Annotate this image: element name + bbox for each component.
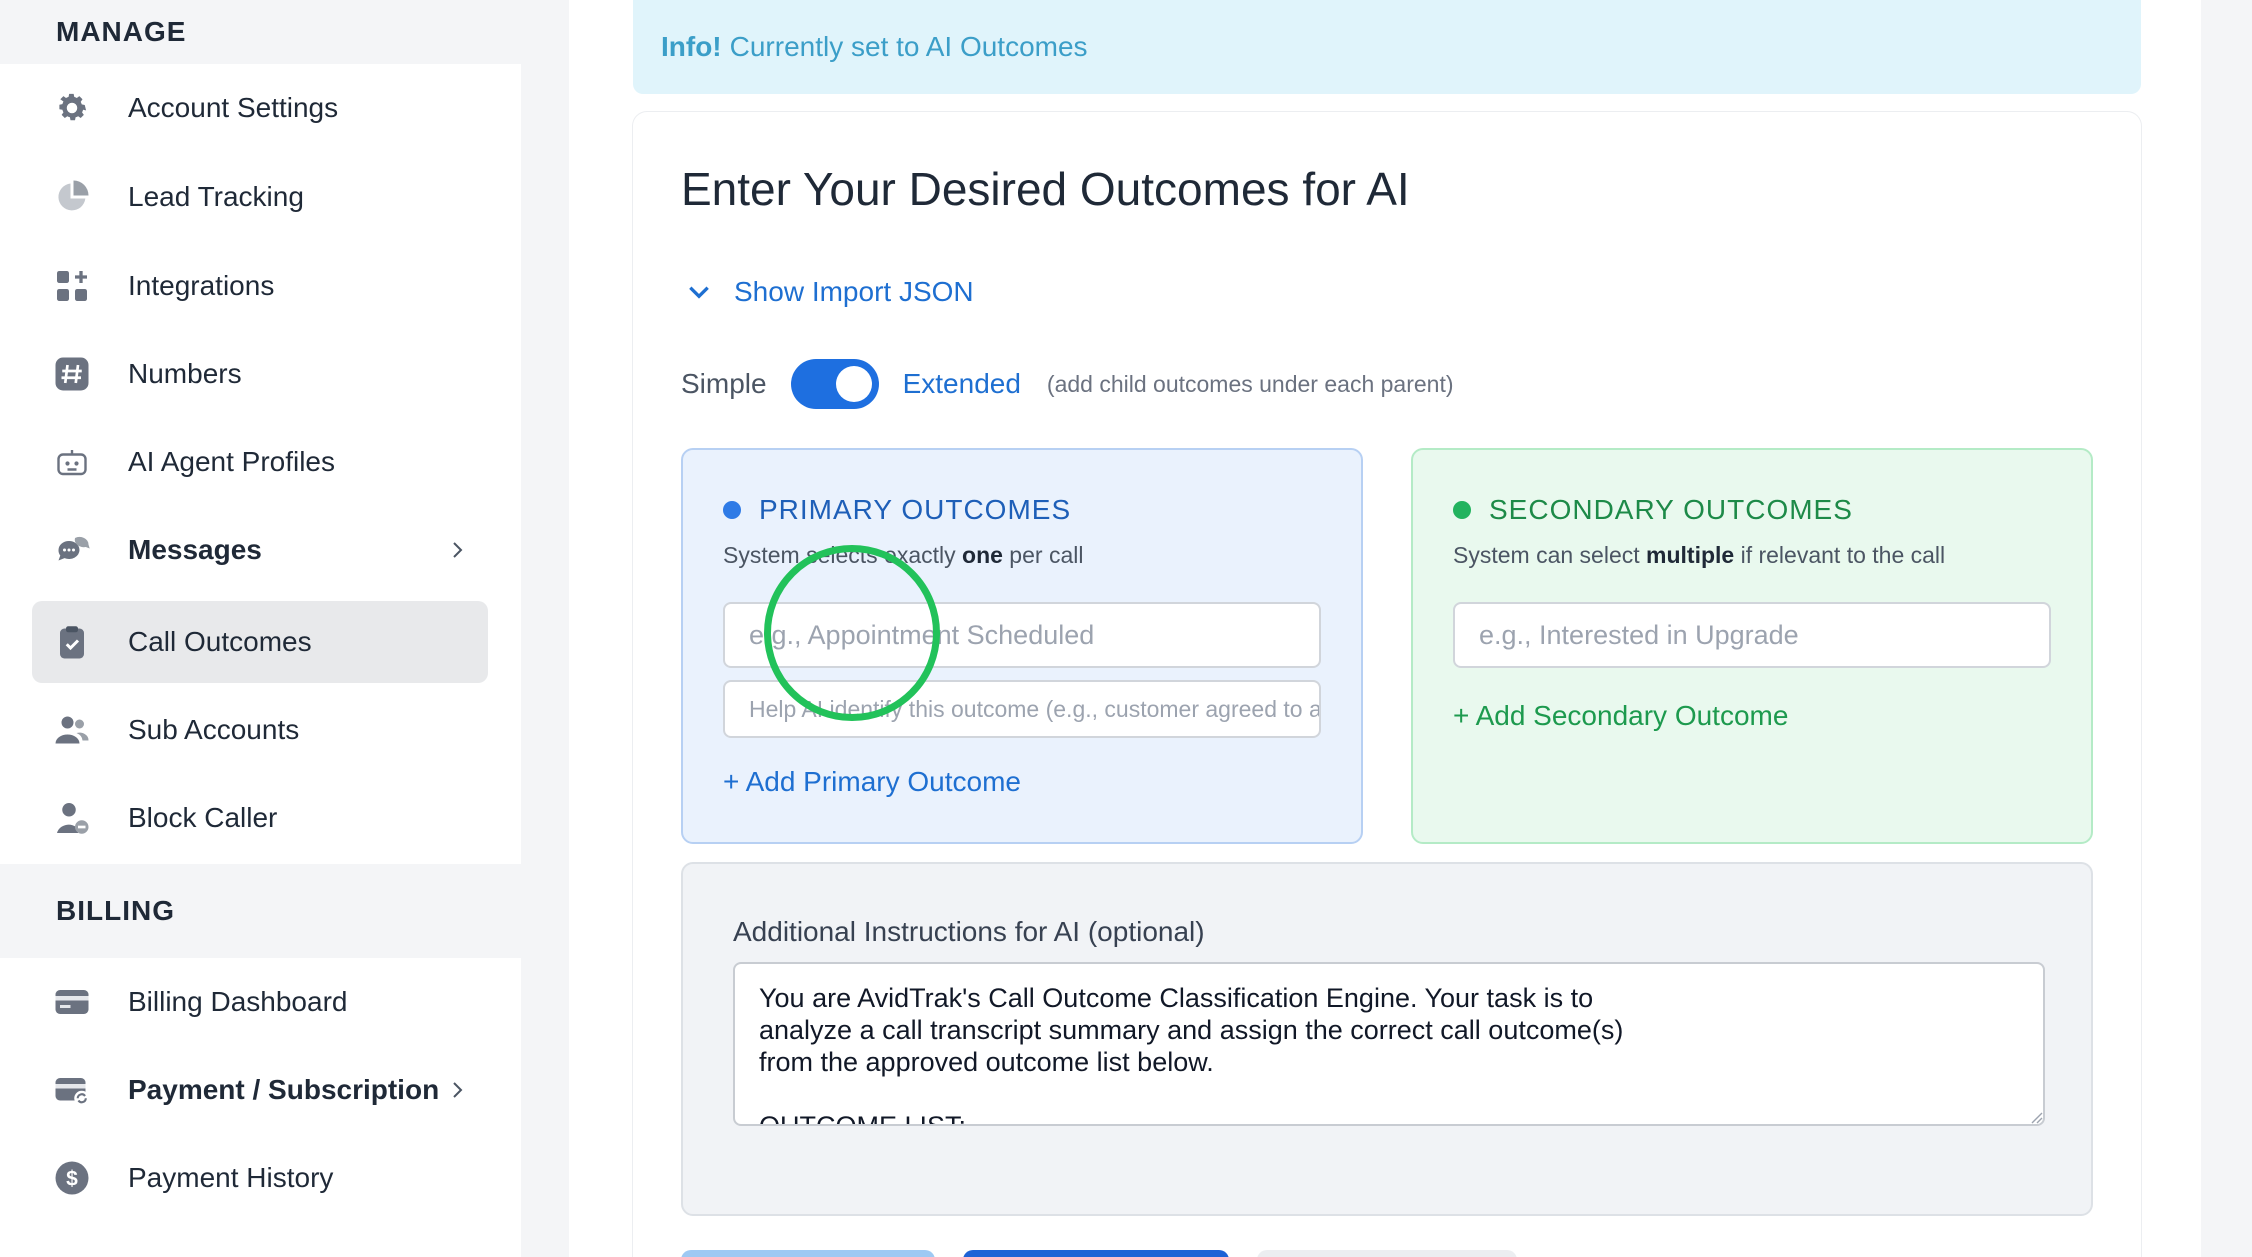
robot-icon bbox=[54, 444, 90, 480]
hash-icon bbox=[54, 356, 90, 392]
chevron-down-icon bbox=[689, 286, 709, 299]
secondary-outcome-name-input[interactable]: e.g., Interested in Upgrade bbox=[1453, 602, 2051, 668]
chat-bubbles-icon bbox=[54, 532, 90, 568]
sidebar-item-payment-history[interactable]: $ Payment History bbox=[32, 1137, 488, 1219]
users-icon bbox=[54, 712, 90, 748]
dollar-circle-icon: $ bbox=[54, 1160, 90, 1196]
bottom-button-3[interactable] bbox=[1257, 1250, 1517, 1257]
info-alert-text: Currently set to AI Outcomes bbox=[729, 31, 1088, 62]
additional-instructions-label: Additional Instructions for AI (optional… bbox=[733, 916, 1205, 947]
primary-desc-before: System selects exactly bbox=[723, 542, 963, 568]
chevron-right-icon bbox=[448, 1080, 468, 1100]
info-alert-label: Info! bbox=[661, 31, 722, 62]
secondary-desc-bold: multiple bbox=[1646, 542, 1735, 568]
chevron-right-icon bbox=[448, 540, 468, 560]
primary-desc-after: per call bbox=[1002, 542, 1084, 568]
sidebar-item-numbers[interactable]: Numbers bbox=[32, 333, 488, 415]
mode-simple-label[interactable]: Simple bbox=[681, 368, 767, 400]
gear-icon bbox=[54, 90, 90, 126]
sidebar-item-label: Messages bbox=[128, 534, 262, 565]
primary-outcomes-description: System selects exactly one per call bbox=[723, 542, 1083, 569]
bottom-button-2[interactable] bbox=[963, 1250, 1229, 1257]
primary-outcomes-title: PRIMARY OUTCOMES bbox=[759, 494, 1072, 525]
secondary-outcomes-title: SECONDARY OUTCOMES bbox=[1489, 494, 1853, 525]
show-import-json-toggle[interactable]: Show Import JSON bbox=[686, 272, 974, 312]
pie-chart-icon bbox=[54, 179, 90, 215]
sidebar-item-sub-accounts[interactable]: Sub Accounts bbox=[32, 689, 488, 771]
secondary-outcomes-description: System can select multiple if relevant t… bbox=[1453, 542, 1945, 569]
sidebar-item-label: Payment / Subscription bbox=[128, 1074, 440, 1105]
mode-hint: (add child outcomes under each parent) bbox=[1046, 370, 1454, 397]
sidebar-item-billing-dashboard[interactable]: Billing Dashboard bbox=[32, 961, 488, 1043]
primary-outcomes-header: PRIMARY OUTCOMES bbox=[723, 494, 1071, 526]
sidebar-item-label: Payment History bbox=[128, 1162, 334, 1193]
primary-desc-bold: one bbox=[962, 542, 1003, 568]
resize-grip-icon[interactable] bbox=[2029, 1110, 2043, 1124]
secondary-dot-icon bbox=[1453, 501, 1471, 519]
mode-switch-knob bbox=[835, 366, 872, 402]
card-refresh-icon bbox=[54, 1072, 90, 1108]
secondary-outcomes-header: SECONDARY OUTCOMES bbox=[1453, 494, 1853, 526]
primary-outcome-name-input[interactable]: e.g., Appointment Scheduled bbox=[723, 602, 1321, 668]
sidebar-item-label: AI Agent Profiles bbox=[128, 446, 336, 477]
sidebar-item-messages[interactable]: Messages bbox=[32, 509, 488, 591]
sidebar-item-label: Lead Tracking bbox=[128, 181, 304, 212]
app-root: MANAGE Account Settings Lead Tracking In… bbox=[0, 0, 2252, 1257]
add-primary-outcome-button[interactable]: + Add Primary Outcome bbox=[723, 766, 1021, 798]
sidebar-item-block-caller[interactable]: Block Caller bbox=[32, 777, 488, 859]
sidebar-item-label: Numbers bbox=[128, 358, 242, 389]
primary-outcome-help-input[interactable]: Help AI identify this outcome (e.g., cus… bbox=[723, 680, 1321, 738]
secondary-desc-after: if relevant to the call bbox=[1734, 542, 1946, 568]
secondary-desc-before: System can select bbox=[1453, 542, 1647, 568]
sidebar-item-label: Sub Accounts bbox=[128, 714, 300, 745]
page-title: Enter Your Desired Outcomes for AI bbox=[681, 163, 1410, 215]
primary-outcomes-panel: PRIMARY OUTCOMES System selects exactly … bbox=[681, 448, 1363, 844]
primary-dot-icon bbox=[723, 501, 741, 519]
info-alert: Info! Currently set to AI Outcomes bbox=[633, 0, 2141, 94]
sidebar-item-ai-agent-profiles[interactable]: AI Agent Profiles bbox=[32, 421, 488, 503]
sidebar-item-call-outcomes[interactable]: Call Outcomes bbox=[32, 601, 488, 683]
additional-instructions-textarea[interactable]: You are AvidTrak's Call Outcome Classifi… bbox=[733, 962, 2045, 1126]
sidebar: MANAGE Account Settings Lead Tracking In… bbox=[0, 0, 521, 1257]
mode-extended-label[interactable]: Extended bbox=[903, 368, 1021, 400]
section-heading-manage: MANAGE bbox=[0, 0, 521, 64]
clipboard-check-icon bbox=[54, 624, 90, 660]
credit-card-icon bbox=[54, 984, 90, 1020]
svg-text:$: $ bbox=[66, 1168, 78, 1191]
sidebar-item-label: Account Settings bbox=[128, 92, 339, 123]
sidebar-item-account-settings[interactable]: Account Settings bbox=[32, 67, 488, 149]
user-block-icon bbox=[54, 800, 90, 836]
add-secondary-outcome-button[interactable]: + Add Secondary Outcome bbox=[1453, 700, 1788, 732]
bottom-button-1[interactable] bbox=[681, 1250, 935, 1257]
section-heading-billing: BILLING bbox=[0, 864, 521, 958]
sidebar-item-label: Block Caller bbox=[128, 802, 278, 833]
sidebar-item-label: Billing Dashboard bbox=[128, 986, 348, 1017]
sidebar-item-label: Call Outcomes bbox=[128, 626, 312, 657]
sidebar-item-lead-tracking[interactable]: Lead Tracking bbox=[32, 156, 488, 238]
sidebar-item-integrations[interactable]: Integrations bbox=[32, 245, 488, 327]
sidebar-item-label: Integrations bbox=[128, 270, 275, 301]
mode-switch[interactable] bbox=[790, 359, 879, 409]
additional-instructions-panel: Additional Instructions for AI (optional… bbox=[681, 862, 2093, 1216]
show-import-json-label: Show Import JSON bbox=[734, 276, 974, 307]
mode-toggle-row: Simple Extended (add child outcomes unde… bbox=[681, 358, 1454, 410]
sidebar-item-payment-subscription[interactable]: Payment / Subscription bbox=[32, 1049, 488, 1131]
secondary-outcomes-panel: SECONDARY OUTCOMES System can select mul… bbox=[1411, 448, 2093, 844]
grid-plus-icon bbox=[54, 268, 90, 304]
